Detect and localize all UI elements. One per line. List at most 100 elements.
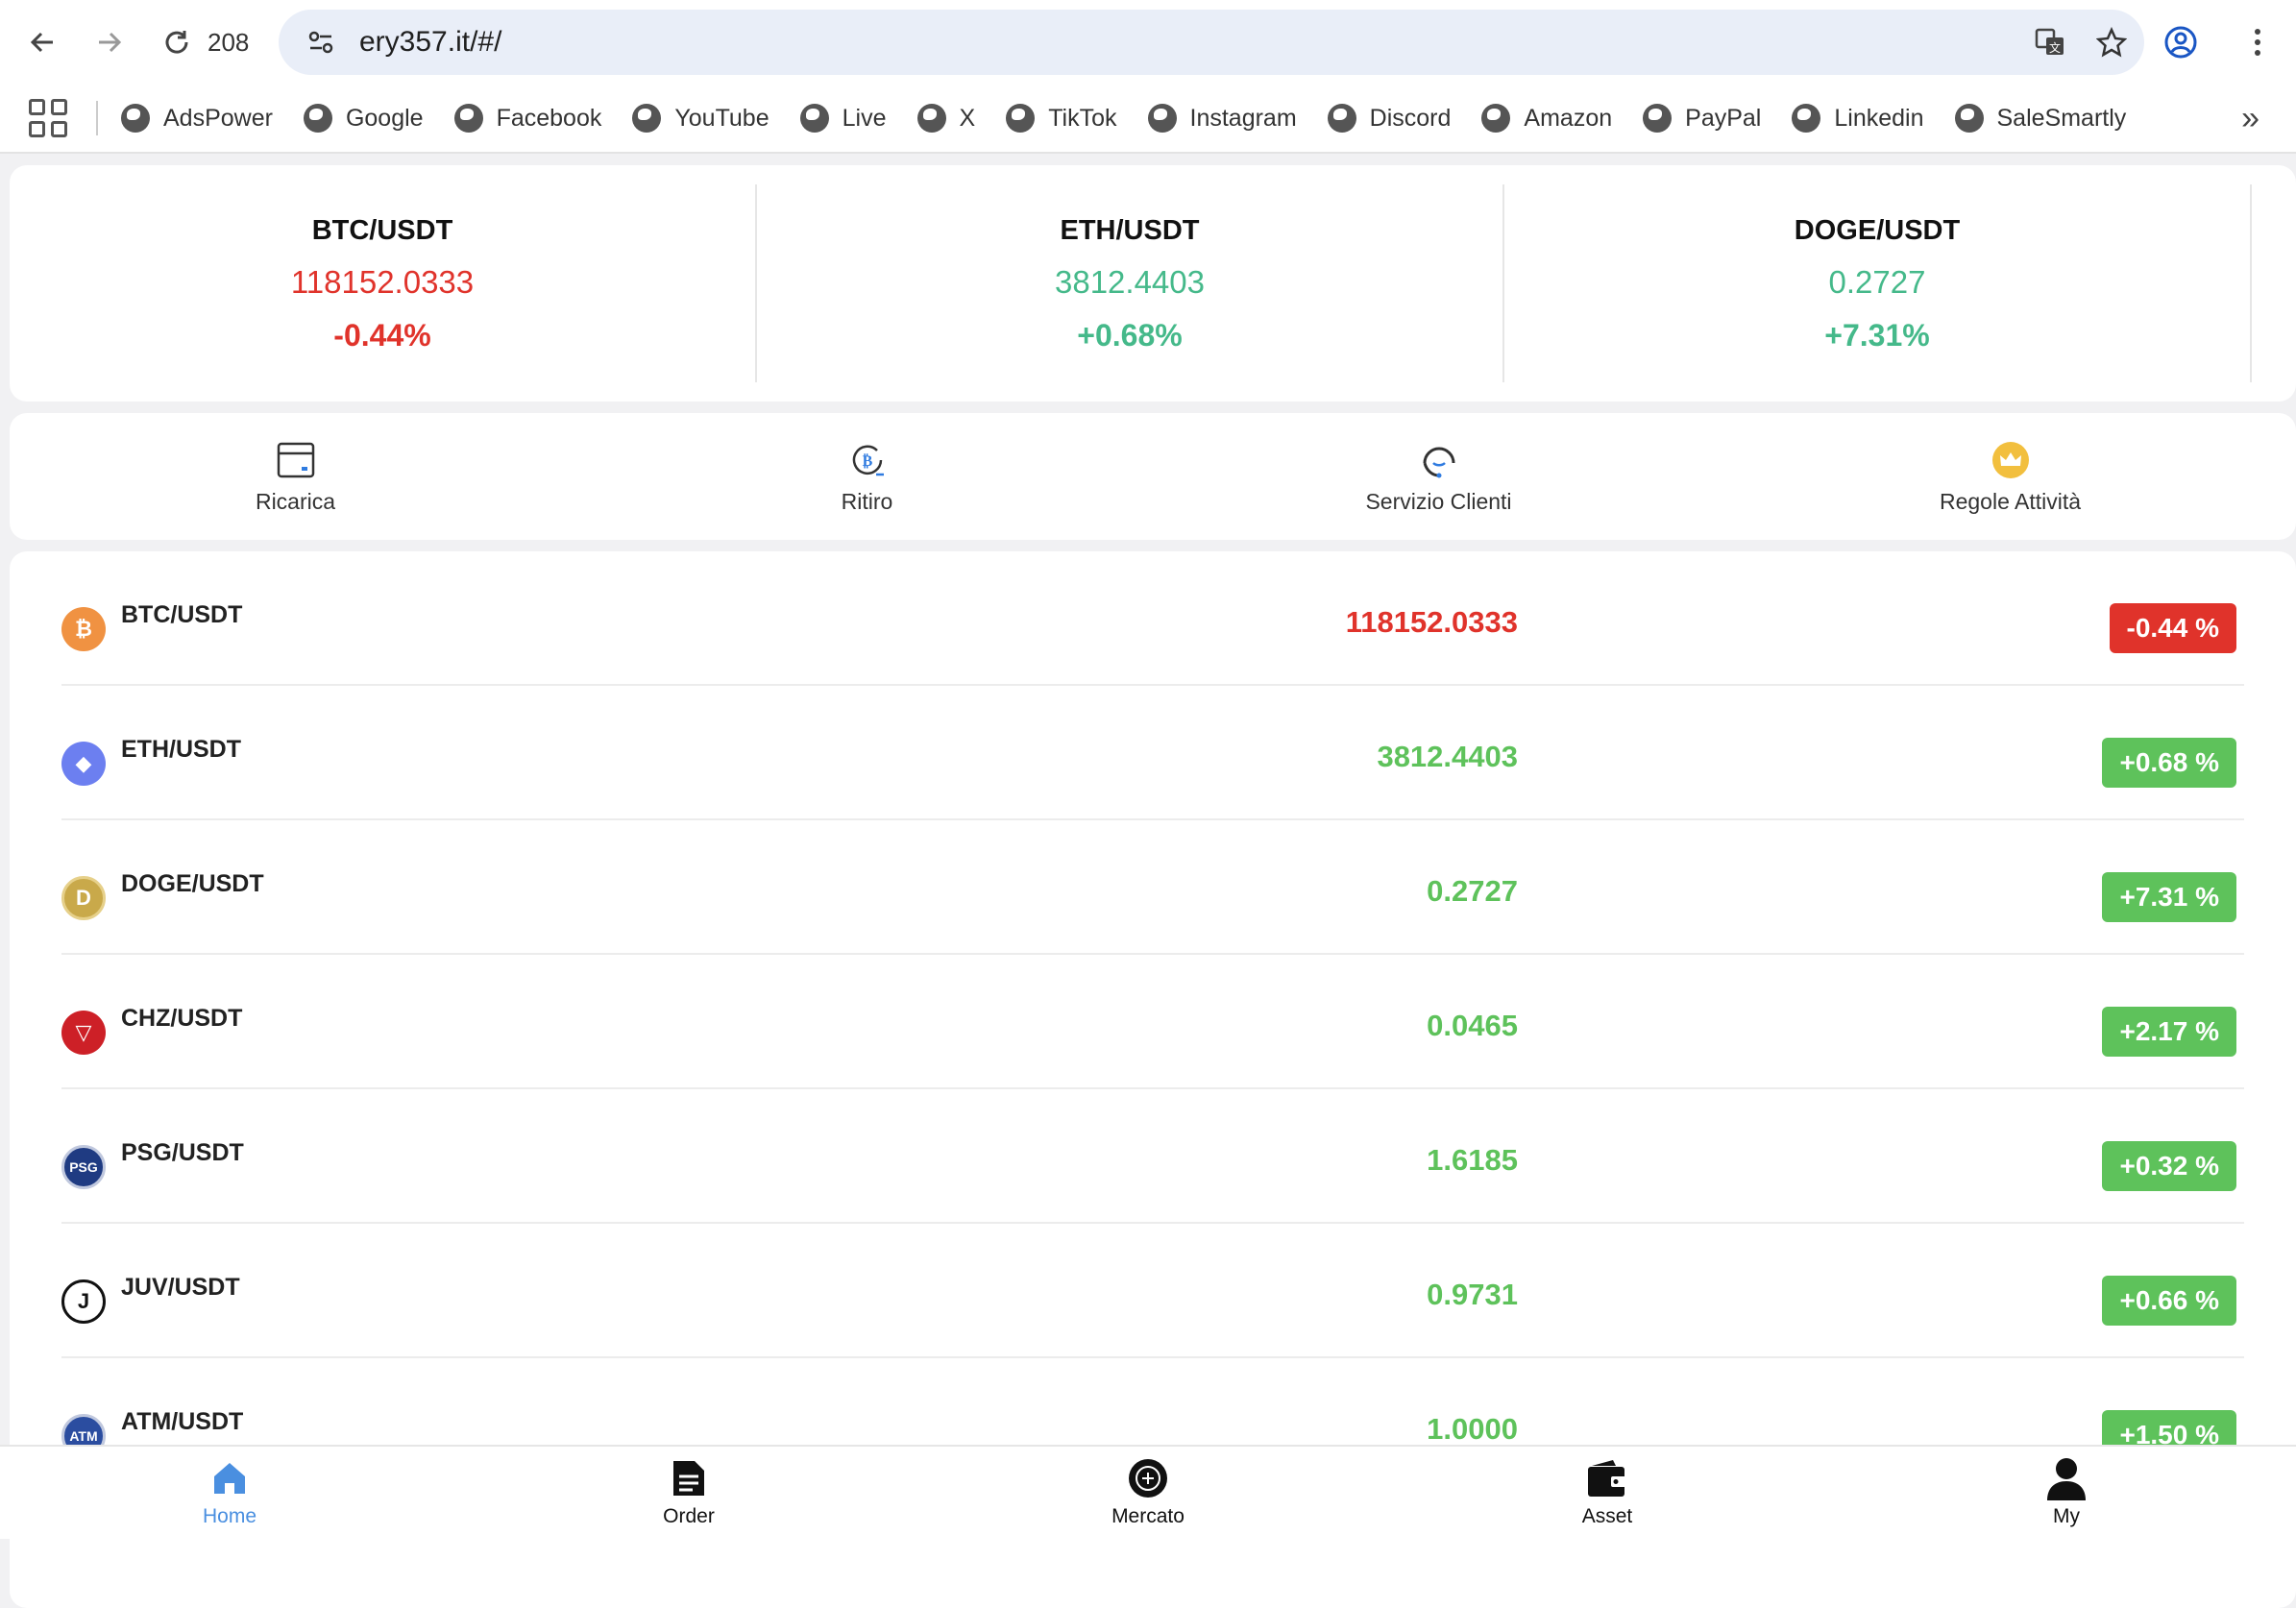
profile-icon[interactable] [2154, 15, 2208, 69]
nav-label: Home [202, 1505, 257, 1527]
tab-count[interactable]: 208 [208, 28, 249, 58]
more-bookmarks-button[interactable]: » [2241, 100, 2259, 137]
doge-icon: D [61, 876, 106, 920]
url-text[interactable]: ery357.it/#/ [359, 26, 2021, 59]
ticker-btc[interactable]: BTC/USDT 118152.0333 -0.44% [10, 184, 757, 382]
market-row[interactable]: ◆ ETH/USDT 3812.4403 +0.68 % [61, 686, 2244, 820]
svg-text:₿: ₿ [862, 451, 872, 470]
action-label: Ritiro [841, 488, 893, 514]
ticker-change: -0.44% [333, 318, 431, 353]
bookmark-label: X [959, 104, 976, 132]
ticker-price: 3812.4403 [1055, 264, 1205, 300]
ticker-change: +0.68% [1077, 318, 1183, 353]
translate-icon[interactable]: 文 [2021, 13, 2079, 71]
quick-actions: Ricarica ₿ Ritiro Servizio Clienti Regol… [10, 413, 2296, 540]
headset-icon [1418, 439, 1460, 481]
row-change-badge: +0.68 % [2102, 738, 2236, 788]
globe-icon [799, 104, 829, 133]
globe-icon [1327, 104, 1356, 133]
globe-icon [303, 104, 332, 133]
ticker-change: +7.31% [1824, 318, 1930, 353]
market-row[interactable]: PSG PSG/USDT 1.6185 +0.32 % [61, 1089, 2244, 1224]
row-pair: JUV/USDT [121, 1274, 240, 1301]
apps-grid-icon[interactable] [29, 99, 67, 137]
action-servizio-clienti[interactable]: Servizio Clienti [1153, 413, 1724, 540]
bookmark-label: Live [842, 104, 887, 132]
market-row[interactable]: ₿ BTC/USDT 118152.0333 -0.44 % [61, 551, 2244, 686]
nav-home[interactable]: Home [0, 1447, 459, 1539]
bookmarks-bar: AdsPower Google Facebook YouTube Live X … [0, 85, 2296, 154]
forward-arrow-icon [99, 32, 122, 53]
market-row[interactable]: D DOGE/USDT 0.2727 +7.31 % [61, 820, 2244, 955]
nav-asset[interactable]: Asset [1378, 1447, 1837, 1539]
reload-button[interactable] [150, 15, 204, 69]
row-change-badge: +2.17 % [2102, 1007, 2236, 1057]
bookmark-item[interactable]: TikTok [1006, 104, 1117, 133]
bookmark-item[interactable]: Instagram [1147, 104, 1297, 133]
wallet-card-icon [275, 439, 317, 481]
forward-button[interactable] [83, 15, 136, 69]
row-change-badge: -0.44 % [2109, 603, 2236, 653]
back-button[interactable] [15, 15, 69, 69]
bookmark-label: PayPal [1685, 104, 1762, 132]
bookmark-label: Instagram [1189, 104, 1297, 132]
bookmark-label: Google [345, 104, 424, 132]
market-row[interactable]: ▽ CHZ/USDT 0.0465 +2.17 % [61, 955, 2244, 1089]
nav-mercato[interactable]: Mercato [918, 1447, 1378, 1539]
bookmark-label: YouTube [674, 104, 769, 132]
ticker-eth[interactable]: ETH/USDT 3812.4403 +0.68% [757, 184, 1504, 382]
globe-icon [1481, 104, 1511, 133]
globe-icon [1792, 104, 1821, 133]
row-price: 1.6185 [1427, 1143, 1518, 1177]
ticker-doge[interactable]: DOGE/USDT 0.2727 +7.31% [1504, 184, 2252, 382]
row-price: 0.2727 [1427, 874, 1518, 908]
action-label: Regole Attività [1939, 488, 2082, 514]
bookmark-item[interactable]: X [916, 104, 976, 133]
bookmark-item[interactable]: Facebook [453, 104, 602, 133]
nav-my[interactable]: My [1837, 1447, 2296, 1539]
row-change-badge: +0.32 % [2102, 1141, 2236, 1191]
market-row[interactable]: J JUV/USDT 0.9731 +0.66 % [61, 1224, 2244, 1358]
bookmark-label: Facebook [496, 104, 602, 132]
ticker-pair: ETH/USDT [1060, 215, 1200, 246]
document-icon [668, 1457, 710, 1499]
site-settings-icon[interactable] [292, 13, 350, 71]
bottom-nav: Home Order Mercato Asset My [0, 1445, 2296, 1539]
row-pair: BTC/USDT [121, 601, 243, 628]
nav-order[interactable]: Order [459, 1447, 918, 1539]
action-regole-attivita[interactable]: Regole Attività [1724, 413, 2296, 540]
kebab-menu-icon[interactable] [2231, 15, 2284, 69]
nav-label: Asset [1581, 1505, 1633, 1527]
ticker-pair: BTC/USDT [311, 215, 453, 246]
bookmark-label: Linkedin [1834, 104, 1924, 132]
bookmark-item[interactable]: YouTube [632, 104, 769, 133]
nav-label: My [2053, 1505, 2080, 1527]
globe-icon [1954, 104, 1984, 133]
user-icon [2045, 1457, 2088, 1500]
bookmark-label: Discord [1369, 104, 1452, 132]
bookmark-label: AdsPower [163, 104, 273, 132]
globe-icon [453, 104, 483, 133]
bookmark-item[interactable]: AdsPower [121, 104, 273, 133]
bookmark-item[interactable]: PayPal [1643, 104, 1761, 133]
globe-icon [1643, 104, 1673, 133]
bookmark-item[interactable]: Google [303, 104, 424, 133]
row-price: 1.0000 [1427, 1412, 1518, 1446]
bookmark-item[interactable]: Amazon [1481, 104, 1612, 133]
bookmark-item[interactable]: Live [799, 104, 887, 133]
action-label: Ricarica [255, 488, 336, 514]
action-ricarica[interactable]: Ricarica [10, 413, 581, 540]
bookmark-item[interactable]: SaleSmartly [1954, 104, 2126, 133]
chiliz-icon: ▽ [61, 1011, 106, 1055]
address-bar[interactable]: ery357.it/#/ 文 [279, 10, 2144, 75]
bookmark-item[interactable]: Discord [1327, 104, 1452, 133]
row-price: 0.0465 [1427, 1009, 1518, 1042]
row-price: 118152.0333 [1345, 605, 1518, 639]
bookmark-star-icon[interactable] [2083, 13, 2140, 71]
action-ritiro[interactable]: ₿ Ritiro [581, 413, 1153, 540]
bookmark-item[interactable]: Linkedin [1792, 104, 1924, 133]
psg-icon: PSG [61, 1145, 106, 1189]
globe-icon [1006, 104, 1036, 133]
svg-text:文: 文 [2049, 40, 2061, 55]
reload-icon [165, 31, 188, 54]
